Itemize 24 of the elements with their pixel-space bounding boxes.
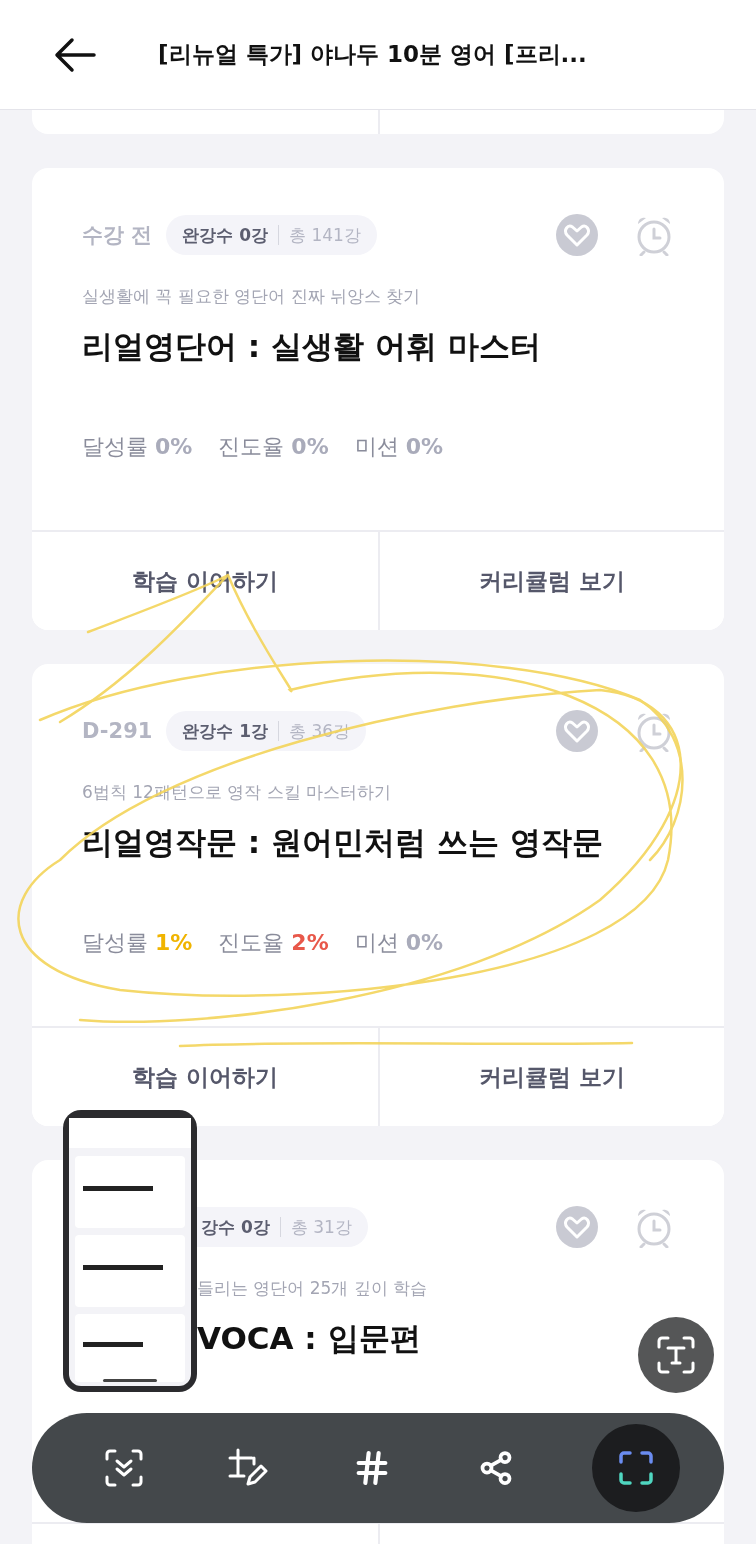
course-title: 리얼영작문 : 원어민처럼 쓰는 영작문	[82, 823, 603, 862]
total-count: 총 31강	[290, 1215, 352, 1239]
progress-stat: 달성률 0%	[82, 433, 193, 461]
course-title: VOCA : 입문편	[197, 1319, 421, 1358]
course-title: 리얼영단어 : 실생활 어휘 마스터	[82, 327, 541, 366]
progress-stat: 진도율 0%	[218, 433, 329, 461]
progress-stat: 미션 0%	[354, 929, 444, 957]
progress-stat: 달성률 1%	[82, 929, 193, 957]
page-title: [리뉴얼 특가] 야나두 10분 영어 [프리...	[158, 40, 587, 69]
completed-count: 강수 0강	[201, 1215, 270, 1239]
progress-stat: 진도율 2%	[218, 929, 329, 957]
total-count: 총 141강	[289, 223, 361, 247]
crop-pencil-icon	[228, 1448, 268, 1488]
completed-count: 완강수 1강	[182, 719, 269, 743]
course-status: 수강 전	[82, 222, 153, 249]
progress-stat: 미션 0%	[354, 433, 444, 461]
scroll-capture-icon	[105, 1449, 143, 1487]
text-scan-icon	[656, 1335, 696, 1375]
course-status: D-291	[82, 719, 153, 743]
capture-frame-icon	[618, 1450, 654, 1486]
completed-count: 완강수 0강	[182, 223, 269, 247]
course-subtitle: 실생활에 꼭 필요한 영단어 진짜 뉘앙스 찾기	[82, 285, 421, 308]
share-icon	[478, 1450, 514, 1486]
course-subtitle: 들리는 영단어 25개 깊이 학습	[197, 1277, 428, 1300]
